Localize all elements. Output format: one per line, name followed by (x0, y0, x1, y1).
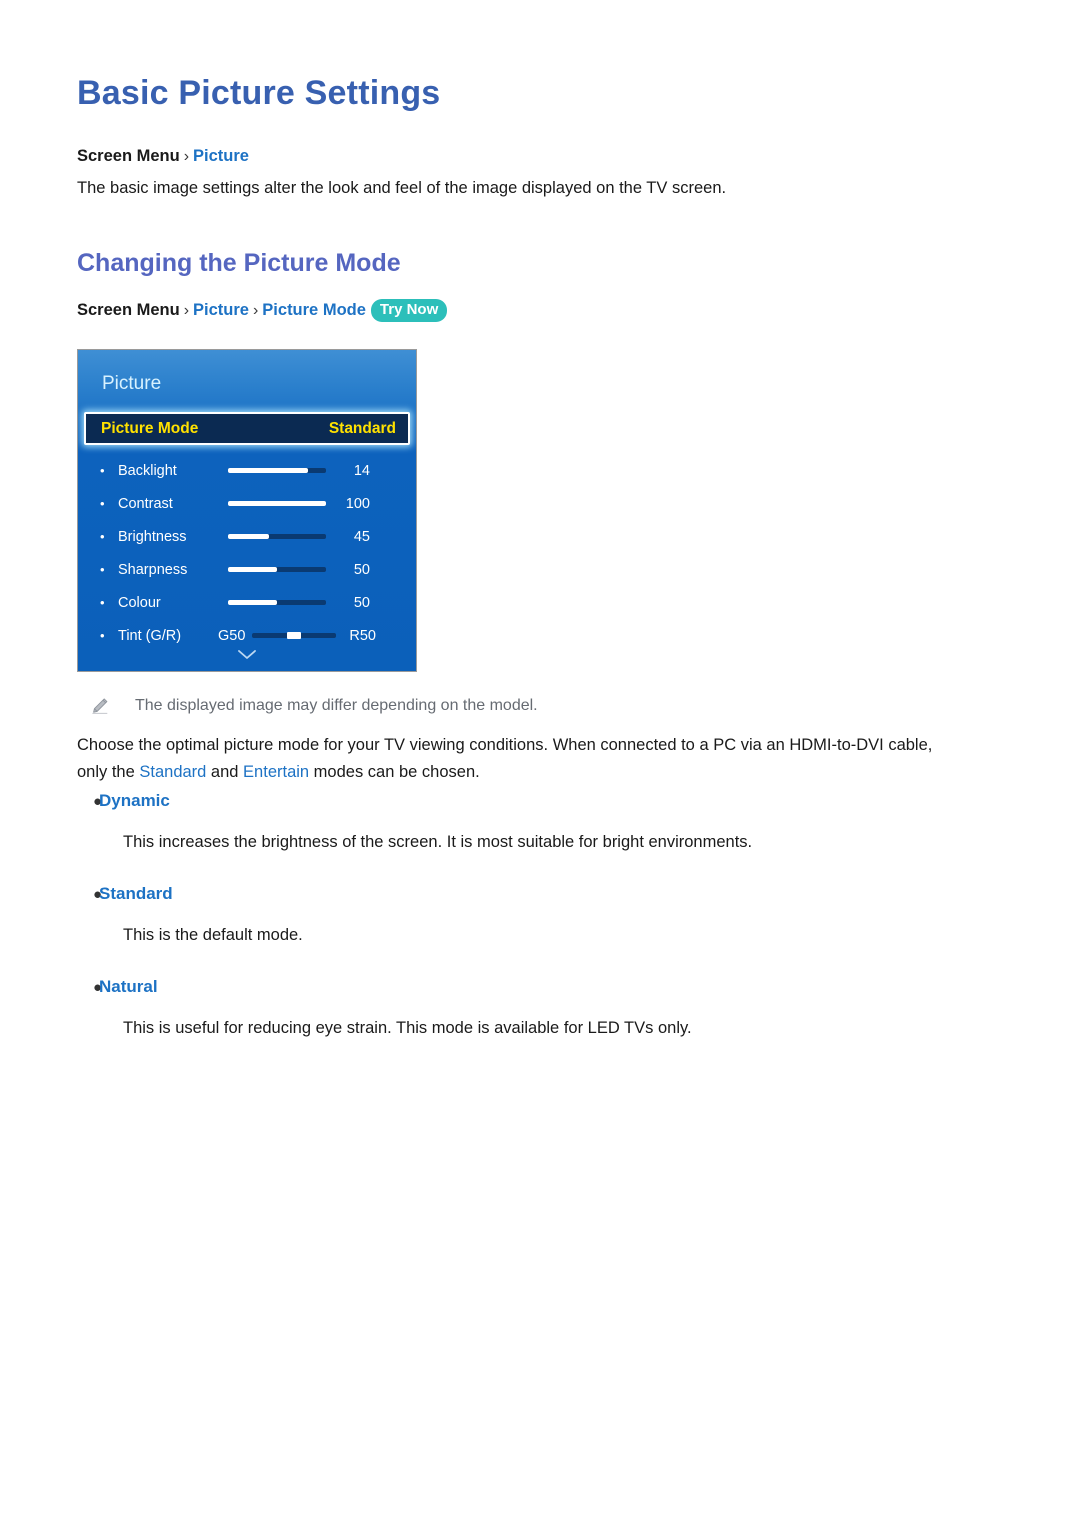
try-now-badge[interactable]: Try Now (370, 299, 448, 322)
tv-menu-row-contrast[interactable]: • Contrast 100 (78, 487, 416, 520)
mode-entertain-inline: Entertain (243, 763, 310, 781)
breadcrumb-item-picture[interactable]: Picture (193, 147, 249, 165)
slider-fill (228, 600, 277, 605)
bullet-icon: ● (93, 979, 103, 996)
breadcrumb-separator-icon: › (183, 148, 190, 165)
row-slider[interactable] (228, 600, 326, 605)
row-value: 50 (353, 594, 370, 611)
row-label: Backlight (118, 462, 177, 479)
row-value: R50 (349, 627, 376, 644)
bullet-icon: • (100, 463, 105, 478)
breadcrumb-item-picture[interactable]: Picture (193, 301, 249, 319)
bullet-icon: • (100, 595, 105, 610)
row-label: Sharpness (118, 561, 188, 578)
mode-title-dynamic: Dynamic (99, 791, 170, 810)
choose-part-3: modes can be chosen. (309, 763, 480, 781)
mode-description-standard: This is the default mode. (123, 926, 303, 944)
tv-menu-screenshot: Picture Picture Mode Standard • Backligh… (77, 349, 417, 672)
slider-track[interactable] (228, 600, 326, 605)
row-label: Tint (G/R) (118, 627, 182, 644)
row-value: 45 (353, 528, 370, 545)
row-label: Brightness (118, 528, 187, 545)
row-slider[interactable] (228, 501, 326, 506)
tv-menu-selected-value: Standard (328, 419, 396, 437)
breadcrumb-root: Screen Menu (77, 301, 180, 319)
row-slider[interactable] (252, 632, 336, 639)
pencil-icon (91, 697, 109, 715)
tv-menu-rows: • Backlight 14 • Contrast 100 • Brightne… (78, 454, 416, 652)
breadcrumb-section: Screen Menu › Picture › Picture Mode Try Now (77, 299, 448, 323)
slider-track[interactable] (252, 632, 336, 639)
tv-menu-selected-label: Picture Mode (101, 419, 199, 437)
tv-menu-selected-row-picture-mode[interactable]: Picture Mode Standard (84, 412, 410, 445)
breadcrumb-separator-icon-2: › (252, 302, 259, 319)
row-start-label: G50 (218, 627, 246, 644)
chevron-down-icon[interactable] (78, 648, 416, 663)
slider-fill (228, 468, 309, 473)
document-page: Basic Picture Settings Screen Menu › Pictu… (0, 0, 1080, 1527)
tv-menu-title: Picture (102, 373, 162, 394)
tv-menu-row-backlight[interactable]: • Backlight 14 (78, 454, 416, 487)
tv-menu-row-brightness[interactable]: • Brightness 45 (78, 520, 416, 553)
note-text: The displayed image may differ depending… (135, 697, 538, 714)
slider-track[interactable] (228, 468, 326, 473)
mode-title-natural: Natural (99, 977, 158, 996)
row-value: 14 (353, 462, 370, 479)
slider-fill (228, 534, 270, 539)
note-row: The displayed image may differ depending… (91, 695, 538, 717)
mode-standard-inline: Standard (139, 763, 207, 781)
row-value: 50 (353, 561, 370, 578)
row-label: Colour (118, 594, 161, 611)
list-item-header: ● Standard (77, 883, 967, 906)
bullet-icon: • (100, 562, 105, 577)
choose-part-2: and (206, 763, 244, 781)
breadcrumb-separator-icon: › (183, 302, 190, 319)
choose-paragraph: Choose the optimal picture mode for your… (77, 732, 967, 786)
bullet-icon: • (100, 529, 105, 544)
slider-thumb[interactable] (287, 632, 301, 639)
list-item: ● Natural This is useful for reducing ey… (77, 976, 967, 1041)
slider-fill (228, 501, 326, 506)
slider-track[interactable] (228, 501, 326, 506)
row-slider[interactable] (228, 567, 326, 572)
tv-menu-row-colour[interactable]: • Colour 50 (78, 586, 416, 619)
section-title: Changing the Picture Mode (77, 249, 401, 277)
row-value: 100 (345, 495, 370, 512)
row-slider[interactable] (228, 534, 326, 539)
breadcrumb-top: Screen Menu › Picture (77, 145, 249, 168)
slider-track[interactable] (228, 534, 326, 539)
breadcrumb-item-picture-mode[interactable]: Picture Mode (262, 301, 366, 319)
list-item-header: ● Dynamic (77, 790, 967, 813)
slider-track[interactable] (228, 567, 326, 572)
row-slider[interactable] (228, 468, 326, 473)
page-title: Basic Picture Settings (77, 74, 441, 112)
picture-mode-list: ● Dynamic This increases the brightness … (77, 790, 967, 1069)
bullet-icon: • (100, 496, 105, 511)
row-label: Contrast (118, 495, 173, 512)
list-item-header: ● Natural (77, 976, 967, 999)
mode-title-standard: Standard (99, 884, 173, 903)
mode-description-dynamic: This increases the brightness of the scr… (123, 833, 753, 851)
mode-description-natural: This is useful for reducing eye strain. … (123, 1019, 692, 1037)
slider-fill (228, 567, 277, 572)
list-item: ● Dynamic This increases the brightness … (77, 790, 967, 855)
intro-paragraph: The basic image settings alter the look … (77, 179, 727, 197)
list-item: ● Standard This is the default mode. (77, 883, 967, 948)
bullet-icon: • (100, 628, 105, 643)
bullet-icon: ● (93, 886, 103, 903)
breadcrumb-root: Screen Menu (77, 147, 180, 165)
bullet-icon: ● (93, 793, 103, 810)
tv-menu-row-sharpness[interactable]: • Sharpness 50 (78, 553, 416, 586)
